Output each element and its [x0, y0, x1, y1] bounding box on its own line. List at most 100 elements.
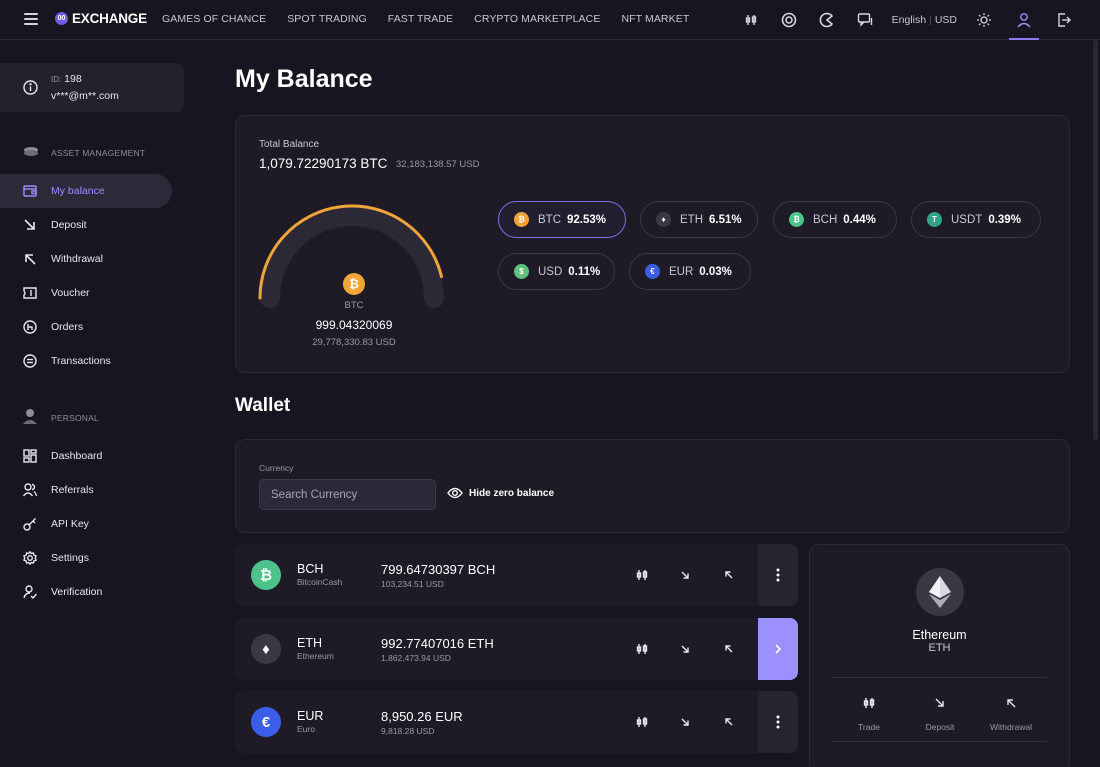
trade-icon[interactable]	[635, 715, 649, 729]
search-currency-input[interactable]	[259, 479, 436, 510]
nav-games-of-chance[interactable]: GAMES OF CHANCE	[162, 13, 266, 25]
sidebar-item-dashboard[interactable]: Dashboard	[0, 439, 172, 473]
allocation-coin-name: BCH	[813, 213, 838, 226]
currency-label: USD	[934, 14, 957, 26]
nav-spot-trading[interactable]: SPOT TRADING	[287, 13, 367, 25]
allocation-percent: 0.44%	[843, 213, 876, 226]
hide-zero-balance-toggle[interactable]: Hide zero balance	[447, 487, 554, 499]
language-currency-selector[interactable]: English | USD	[892, 14, 957, 26]
allocation-pill-bch[interactable]: ₿ BCH 0.44%	[773, 201, 897, 238]
arrow-up-left-icon	[25, 254, 36, 265]
detail-deposit-button[interactable]: Deposit	[905, 696, 975, 733]
nav-crypto-marketplace[interactable]: CRYPTO MARKETPLACE	[474, 13, 600, 25]
allocation-pill-usd[interactable]: $ USD 0.11%	[498, 253, 615, 290]
wallet-row-symbol: ETH	[297, 636, 322, 650]
more-vertical-icon[interactable]	[758, 544, 798, 606]
wallet-icon	[23, 185, 37, 197]
transactions-icon	[23, 354, 37, 368]
allocation-percent: 0.03%	[699, 265, 732, 278]
sidebar-item-transactions[interactable]: Transactions	[0, 344, 172, 378]
usd-coin-icon: $	[514, 264, 529, 279]
allocation-pill-btc[interactable]: ₿ BTC 92.53%	[498, 201, 626, 238]
wallet-row-usd: 103,234.51 USD	[381, 579, 444, 589]
gear-icon	[23, 551, 37, 565]
person-icon	[23, 408, 37, 427]
user-icon[interactable]	[1009, 0, 1039, 40]
user-id-card: ID: 198 v***@m**.com	[0, 63, 184, 112]
dashboard-icon	[23, 449, 37, 463]
coins-icon[interactable]	[781, 12, 797, 28]
trade-icon[interactable]	[635, 642, 649, 656]
nav-fast-trade[interactable]: FAST TRADE	[388, 13, 453, 25]
logo[interactable]: 00 EXCHANGE	[55, 11, 147, 26]
trade-icon[interactable]	[743, 12, 759, 28]
user-id-value: 198	[64, 73, 82, 85]
wallet-row-eur[interactable]: € EUR Euro 8,950.26 EUR 9,818.28 USD	[235, 691, 798, 753]
gauge-coin-label: BTC	[344, 300, 364, 311]
allocation-pill-usdt[interactable]: T USDT 0.39%	[911, 201, 1041, 238]
wallet-row-name: Euro	[297, 724, 315, 734]
withdrawal-icon[interactable]	[722, 568, 736, 582]
key-icon	[23, 518, 36, 531]
wallet-row-amount: 992.77407016 ETH	[381, 636, 494, 651]
logout-icon[interactable]	[1056, 12, 1072, 28]
total-balance-usd: 32,183,138.57 USD	[396, 159, 480, 170]
theme-sun-icon[interactable]	[976, 12, 992, 28]
wallet-filter-card: Currency Hide zero balance	[235, 439, 1070, 533]
header-actions: English | USD	[732, 0, 1100, 40]
arrow-down-right-icon	[24, 219, 35, 230]
menu-icon[interactable]	[24, 13, 38, 25]
sidebar-item-withdrawal[interactable]: Withdrawal	[0, 242, 172, 276]
allocation-percent: 92.53%	[567, 213, 607, 226]
language-label: English	[891, 14, 927, 26]
detail-trade-button[interactable]: Trade	[834, 696, 904, 733]
nav-nft-market[interactable]: NFT MARKET	[621, 13, 689, 25]
more-vertical-icon[interactable]	[758, 691, 798, 753]
chevron-right-icon[interactable]	[758, 618, 798, 680]
deposit-icon[interactable]	[678, 642, 692, 656]
wallet-row-name: BitcoinCash	[297, 577, 343, 587]
gauge-amount: 999.04320069	[315, 318, 393, 332]
sidebar-item-orders[interactable]: Orders	[0, 310, 172, 344]
sidebar-item-settings[interactable]: Settings	[0, 541, 172, 575]
wallet-row-symbol: EUR	[297, 709, 324, 723]
wallet-row-symbol: BCH	[297, 562, 324, 576]
logo-text: EXCHANGE	[72, 11, 147, 26]
ethereum-icon	[916, 568, 964, 616]
page-scrollbar[interactable]	[1093, 40, 1098, 440]
withdrawal-icon[interactable]	[722, 715, 736, 729]
wallet-row-bch[interactable]: ₿ BCH BitcoinCash 799.64730397 BCH 103,234.5…	[235, 544, 798, 606]
withdrawal-icon[interactable]	[722, 642, 736, 656]
wallet-row-eth[interactable]: ♦ ETH Ethereum 992.77407016 ETH 1,862,473.94…	[235, 618, 798, 680]
trade-icon[interactable]	[635, 568, 649, 582]
allocation-pill-eth[interactable]: ♦ ETH 6.51%	[640, 201, 758, 238]
bch-coin-icon: ₿	[789, 212, 804, 227]
allocation-coin-name: EUR	[669, 265, 694, 278]
sidebar-item-verification[interactable]: Verification	[0, 575, 172, 609]
sidebar-item-my-balance[interactable]: My balance	[0, 174, 172, 208]
allocation-pill-eur[interactable]: € EUR 0.03%	[629, 253, 751, 290]
user-email: v***@m**.com	[51, 90, 119, 102]
orders-icon	[23, 320, 37, 334]
user-id-label: ID:	[51, 75, 62, 84]
detail-divider	[832, 741, 1047, 742]
deposit-icon[interactable]	[678, 568, 692, 582]
referrals-icon	[23, 483, 37, 497]
sidebar-item-referrals[interactable]: Referrals	[0, 473, 172, 507]
allocation-coin-name: USD	[538, 265, 563, 278]
sidebar-item-deposit[interactable]: Deposit	[0, 208, 172, 242]
total-balance-btc: 1,079.72290173 BTC	[259, 156, 388, 171]
detail-coin-symbol: ETH	[928, 642, 951, 654]
sidebar-item-voucher[interactable]: Voucher	[0, 276, 172, 310]
pacman-icon[interactable]	[819, 12, 835, 28]
wallet-row-usd: 1,862,473.94 USD	[381, 653, 451, 663]
sidebar-item-label: Settings	[51, 552, 89, 564]
deposit-icon[interactable]	[678, 715, 692, 729]
detail-action-label: Withdrawal	[989, 722, 1033, 732]
chat-icon[interactable]	[857, 12, 873, 28]
wallet-stack-icon	[23, 146, 39, 161]
wallet-row-usd: 9,818.28 USD	[381, 726, 435, 736]
sidebar-item-api-key[interactable]: API Key	[0, 507, 172, 541]
eye-icon	[447, 487, 463, 499]
detail-withdrawal-button[interactable]: Withdrawal	[976, 696, 1046, 733]
